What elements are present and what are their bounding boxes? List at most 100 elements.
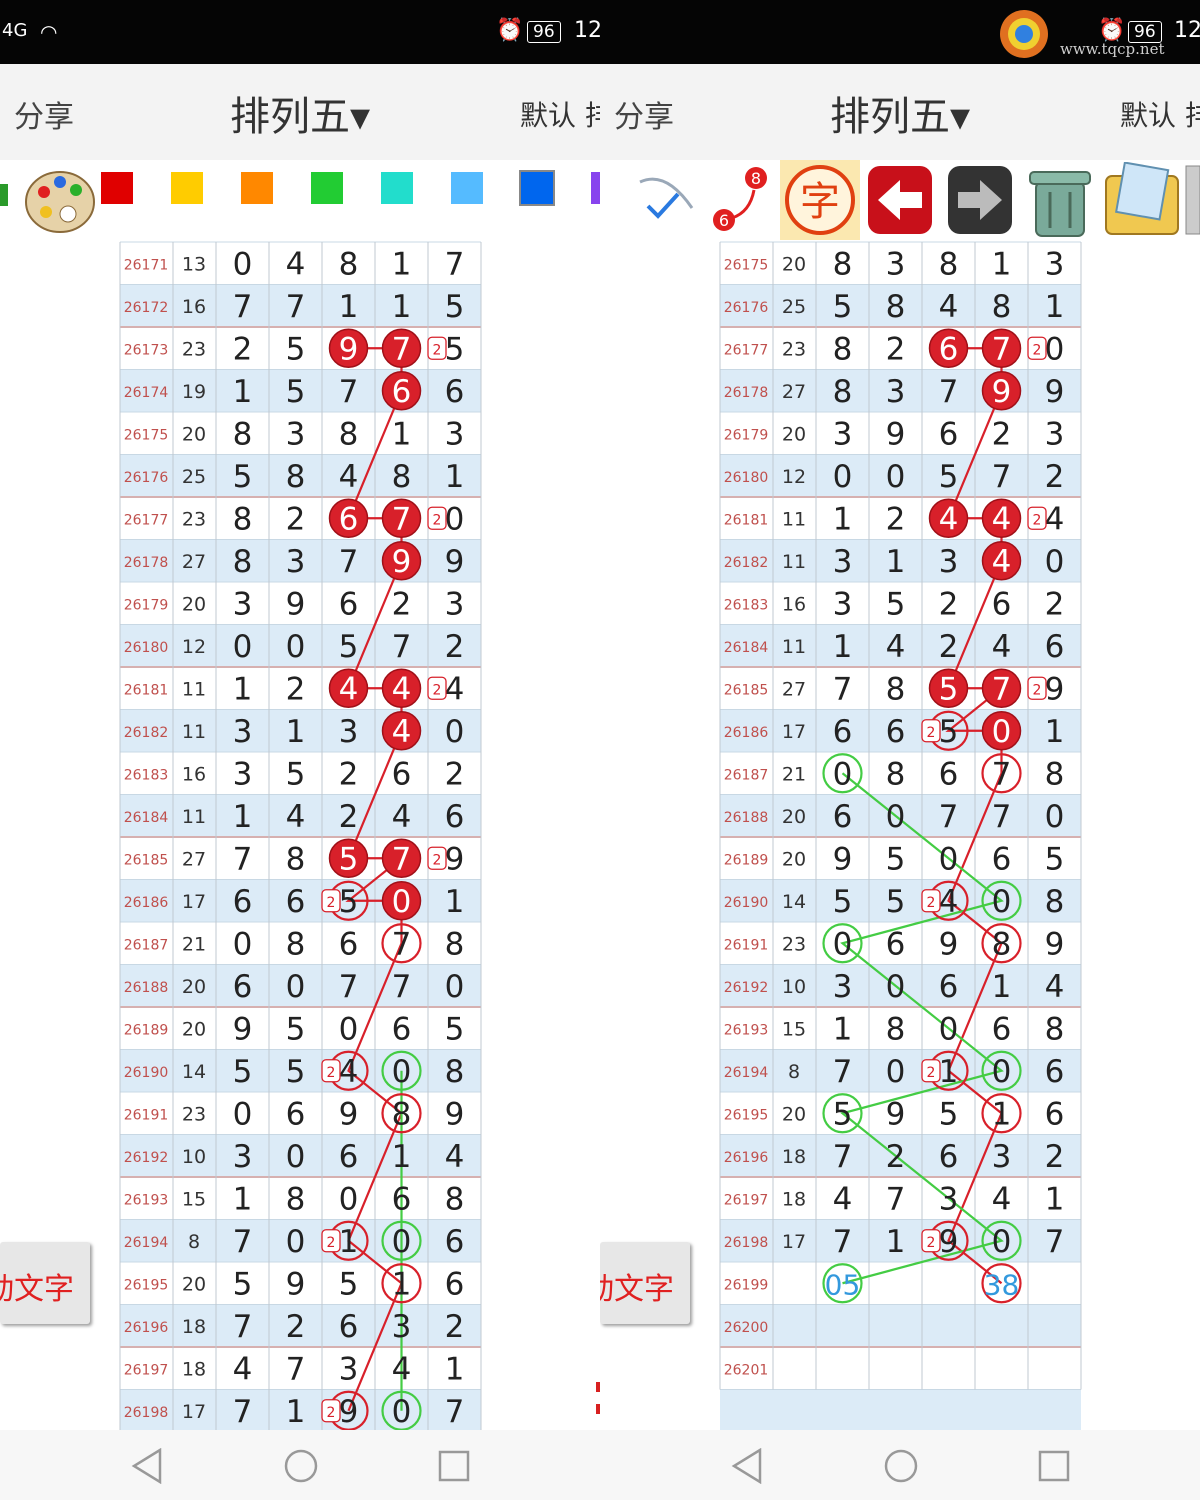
- digit-cell[interactable]: 9: [833, 841, 853, 877]
- digit-cell[interactable]: 1: [1045, 1181, 1065, 1217]
- digit-cell[interactable]: 9: [992, 374, 1012, 410]
- digit-cell[interactable]: 3: [445, 586, 465, 622]
- digit-cell[interactable]: 1: [833, 501, 853, 537]
- digit-cell[interactable]: 2: [445, 629, 465, 665]
- digit-cell[interactable]: 8: [1045, 756, 1065, 792]
- digit-cell[interactable]: 1: [833, 1011, 853, 1047]
- digit-cell[interactable]: 3: [233, 714, 253, 750]
- digit-cell[interactable]: 1: [233, 374, 253, 410]
- digit-cell[interactable]: 0: [233, 1096, 253, 1132]
- digit-cell[interactable]: 6: [445, 1224, 465, 1260]
- digit-cell[interactable]: 6: [339, 926, 359, 962]
- digit-cell[interactable]: 2: [886, 1139, 906, 1175]
- digit-cell[interactable]: 4: [833, 1181, 853, 1217]
- digit-cell[interactable]: 7: [939, 799, 959, 835]
- digit-cell[interactable]: 5: [286, 1054, 306, 1090]
- digit-cell[interactable]: 1: [886, 1224, 906, 1260]
- digit-cell[interactable]: 6: [286, 884, 306, 920]
- digit-cell[interactable]: 6: [445, 374, 465, 410]
- digit-cell[interactable]: 8: [286, 841, 306, 877]
- digit-cell[interactable]: 9: [445, 1096, 465, 1132]
- digit-cell[interactable]: 0: [992, 884, 1012, 920]
- digit-cell[interactable]: 38: [984, 1268, 1020, 1301]
- digit-cell[interactable]: 8: [286, 1181, 306, 1217]
- digit-cell[interactable]: 7: [992, 671, 1012, 707]
- digit-cell[interactable]: 1: [286, 714, 306, 750]
- digit-cell[interactable]: 2: [886, 331, 906, 367]
- digit-cell[interactable]: 6: [833, 714, 853, 750]
- digit-cell[interactable]: 7: [233, 1394, 253, 1430]
- digit-cell[interactable]: 2: [392, 586, 412, 622]
- digit-cell[interactable]: 4: [1045, 501, 1065, 537]
- digit-cell[interactable]: 6: [445, 799, 465, 835]
- digit-cell[interactable]: 8: [339, 246, 359, 282]
- digit-cell[interactable]: 2: [445, 756, 465, 792]
- digit-cell[interactable]: 1: [992, 246, 1012, 282]
- digit-cell[interactable]: 0: [233, 629, 253, 665]
- digit-cell[interactable]: 1: [233, 799, 253, 835]
- digit-cell[interactable]: 1: [445, 1351, 465, 1387]
- digit-cell[interactable]: 6: [233, 884, 253, 920]
- digit-cell[interactable]: 2: [445, 1309, 465, 1345]
- digit-cell[interactable]: 9: [1045, 926, 1065, 962]
- digit-cell[interactable]: 8: [339, 416, 359, 452]
- digit-cell[interactable]: 7: [992, 331, 1012, 367]
- digit-cell[interactable]: 0: [392, 1054, 412, 1090]
- digit-cell[interactable]: 0: [339, 1181, 359, 1217]
- digit-cell[interactable]: 2: [286, 501, 306, 537]
- digit-cell[interactable]: 5: [339, 841, 359, 877]
- digit-cell[interactable]: 5: [939, 459, 959, 495]
- recents-nav-icon[interactable]: [438, 1450, 470, 1482]
- digit-cell[interactable]: 4: [939, 289, 959, 325]
- digit-cell[interactable]: 1: [392, 246, 412, 282]
- digit-cell[interactable]: 7: [833, 671, 853, 707]
- digit-cell[interactable]: 6: [886, 926, 906, 962]
- digit-cell[interactable]: 2: [286, 1309, 306, 1345]
- text-tool-button[interactable]: 动文字: [0, 1242, 90, 1324]
- digit-cell[interactable]: 4: [392, 799, 412, 835]
- digit-cell[interactable]: 0: [392, 884, 412, 920]
- digit-cell[interactable]: 5: [339, 884, 359, 920]
- digit-cell[interactable]: 8: [833, 246, 853, 282]
- digit-cell[interactable]: 3: [286, 544, 306, 580]
- digit-cell[interactable]: 0: [445, 969, 465, 1005]
- digit-cell[interactable]: 5: [939, 714, 959, 750]
- digit-cell[interactable]: 3: [833, 969, 853, 1005]
- digit-cell[interactable]: 7: [833, 1139, 853, 1175]
- digit-cell[interactable]: 9: [286, 1266, 306, 1302]
- digit-cell[interactable]: 3: [1045, 416, 1065, 452]
- digit-cell[interactable]: 1: [445, 459, 465, 495]
- digit-cell[interactable]: 0: [1045, 544, 1065, 580]
- digit-cell[interactable]: 5: [233, 459, 253, 495]
- digit-cell[interactable]: 7: [339, 969, 359, 1005]
- digit-cell[interactable]: 3: [939, 1181, 959, 1217]
- digit-cell[interactable]: 4: [339, 1054, 359, 1090]
- digit-cell[interactable]: 6: [939, 756, 959, 792]
- digit-cell[interactable]: 5: [339, 1266, 359, 1302]
- digit-cell[interactable]: 7: [392, 841, 412, 877]
- digit-cell[interactable]: 8: [445, 1181, 465, 1217]
- digit-cell[interactable]: 2: [939, 629, 959, 665]
- digit-cell[interactable]: 0: [339, 1011, 359, 1047]
- digit-cell[interactable]: 8: [233, 416, 253, 452]
- digit-cell[interactable]: 5: [886, 586, 906, 622]
- digit-cell[interactable]: 8: [939, 246, 959, 282]
- digit-cell[interactable]: 6: [339, 1309, 359, 1345]
- digit-cell[interactable]: 2: [233, 331, 253, 367]
- digit-cell[interactable]: 8: [286, 926, 306, 962]
- digit-cell[interactable]: 3: [339, 714, 359, 750]
- digit-cell[interactable]: 2: [1045, 459, 1065, 495]
- digit-cell[interactable]: 2: [992, 416, 1012, 452]
- digit-cell[interactable]: 5: [833, 884, 853, 920]
- digit-cell[interactable]: 4: [1045, 969, 1065, 1005]
- digit-cell[interactable]: 1: [1045, 714, 1065, 750]
- digit-cell[interactable]: 7: [233, 1309, 253, 1345]
- digit-cell[interactable]: 1: [1045, 289, 1065, 325]
- digit-cell[interactable]: 5: [445, 1011, 465, 1047]
- digit-cell[interactable]: 8: [392, 1096, 412, 1132]
- digit-cell[interactable]: 6: [339, 1139, 359, 1175]
- digit-cell[interactable]: 9: [445, 841, 465, 877]
- digit-cell[interactable]: 6: [233, 969, 253, 1005]
- digit-cell[interactable]: 6: [939, 331, 959, 367]
- digit-cell[interactable]: 5: [339, 629, 359, 665]
